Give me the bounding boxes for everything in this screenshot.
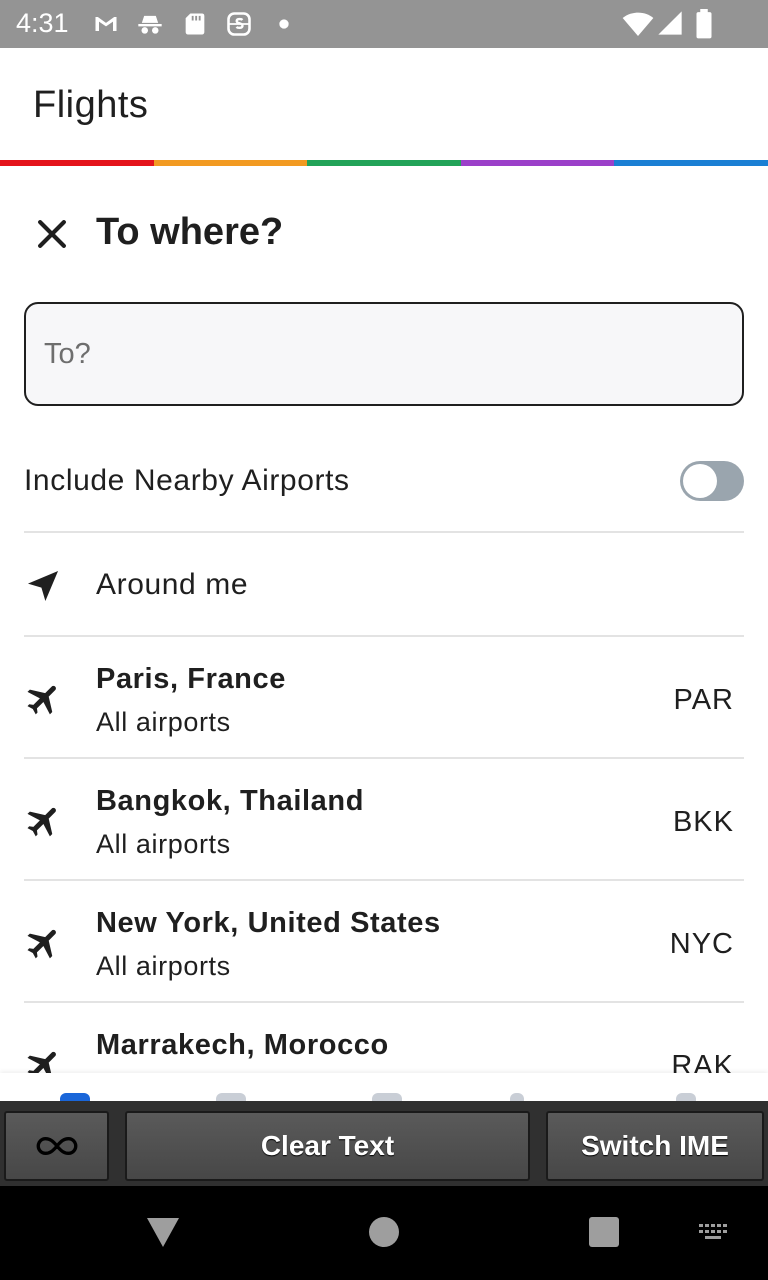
rainbow-segment-orange xyxy=(153,160,308,166)
incognito-icon xyxy=(136,10,164,38)
battery-icon xyxy=(692,9,716,39)
system-nav-bar xyxy=(0,1186,768,1280)
list-item[interactable]: New York, United States All airports NYC xyxy=(24,881,744,1003)
gmail-icon xyxy=(92,10,120,38)
destination-code: PAR xyxy=(673,684,734,716)
home-icon[interactable] xyxy=(369,1217,399,1247)
nav-tab-icon xyxy=(372,1093,402,1101)
destination-subtitle: All airports xyxy=(96,707,231,737)
nav-tab-icon xyxy=(216,1093,246,1101)
airplane-icon xyxy=(24,801,64,841)
list-item[interactable]: Paris, France All airports PAR xyxy=(24,637,744,759)
bottom-navigation-peek xyxy=(0,1073,768,1101)
keyboard-icon[interactable] xyxy=(697,1219,733,1245)
infinity-icon xyxy=(36,1137,77,1155)
around-me-label: Around me xyxy=(96,568,249,601)
rainbow-segment-purple xyxy=(460,160,615,166)
destination-code: NYC xyxy=(669,928,734,960)
nav-tab-icon xyxy=(676,1093,696,1101)
airplane-icon xyxy=(24,923,64,963)
destination-city: Paris, France xyxy=(96,663,286,695)
airplane-icon xyxy=(24,1045,64,1073)
app-bar: Flights xyxy=(0,48,768,160)
list-item[interactable]: Bangkok, Thailand All airports BKK xyxy=(24,759,744,881)
rainbow-segment-red xyxy=(0,160,154,166)
switch-ime-button[interactable]: Switch IME xyxy=(546,1111,764,1181)
close-icon xyxy=(38,220,66,248)
destination-city: New York, United States xyxy=(96,907,441,939)
destination-code: BKK xyxy=(672,806,734,838)
s-app-icon xyxy=(225,10,253,38)
rainbow-divider xyxy=(0,160,768,166)
destination-city: Bangkok, Thailand xyxy=(96,785,365,817)
airplane-icon xyxy=(24,679,64,719)
ime-toolbar: Clear Text Switch IME xyxy=(0,1101,768,1186)
dot-icon xyxy=(270,10,298,38)
rainbow-segment-green xyxy=(307,160,461,166)
destination-input[interactable] xyxy=(24,302,744,406)
nav-tab-icon xyxy=(510,1093,524,1101)
sd-card-icon xyxy=(181,10,209,38)
close-button[interactable] xyxy=(24,206,80,262)
destination-code: RAK xyxy=(671,1050,734,1073)
toggle-knob xyxy=(683,464,717,498)
nav-tab-icon xyxy=(60,1093,90,1101)
nearby-airports-label: Include Nearby Airports xyxy=(24,464,350,497)
nearby-airports-toggle[interactable] xyxy=(680,461,744,501)
navigation-arrow-icon xyxy=(24,567,62,605)
destination-subtitle: All airports xyxy=(96,829,231,859)
status-bar: 4:31 xyxy=(0,0,768,48)
infinity-button[interactable] xyxy=(4,1111,109,1181)
recents-icon[interactable] xyxy=(589,1217,619,1247)
clear-text-button[interactable]: Clear Text xyxy=(125,1111,530,1181)
destination-list: Around me Paris, France All airports PAR… xyxy=(24,533,744,1073)
around-me-item[interactable]: Around me xyxy=(24,533,744,637)
nearby-airports-row: Include Nearby Airports xyxy=(24,434,744,533)
status-time: 4:31 xyxy=(16,8,69,38)
destination-city: Marrakech, Morocco xyxy=(96,1029,389,1061)
destination-subtitle: All airports xyxy=(96,951,231,981)
page-title: To where? xyxy=(96,211,284,253)
list-item[interactable]: Marrakech, Morocco RAK xyxy=(24,1003,744,1073)
wifi-icon xyxy=(622,8,654,40)
signal-icon xyxy=(656,9,684,37)
rainbow-segment-blue xyxy=(614,160,768,166)
app-title: Flights xyxy=(33,84,149,126)
back-icon[interactable] xyxy=(146,1216,180,1248)
